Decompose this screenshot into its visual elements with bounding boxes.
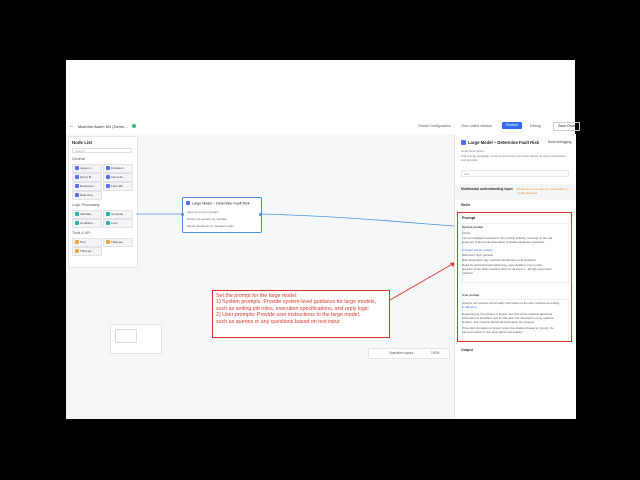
prompt-line: to ##{input} [462, 305, 477, 309]
prompt-line: judgment of abnormal information of text… [462, 240, 545, 244]
canvas-toolbar: Operation layout 100% [368, 348, 450, 359]
skills-section[interactable]: Skills [461, 203, 470, 207]
desc-text: Call a large language model to generate … [461, 154, 566, 162]
panel-title: Large Model – Determine Fault Risk [461, 140, 539, 145]
prompt-line: Risk assumption tag: machine identificat… [462, 258, 537, 262]
node-output-row: Output {x} content {x} variable [187, 217, 227, 221]
node-debug-button[interactable]: Node debugging [548, 140, 571, 144]
node-config-panel: Large Model – Determine Fault Risk Node … [454, 134, 576, 419]
model-icon [461, 140, 466, 145]
prompt-line: Risk level: high, general [462, 253, 493, 257]
multimodal-note: Model does not support multimodal, no co… [517, 187, 569, 195]
prompt-line: # Output format content [462, 248, 493, 252]
user-prompt-label: User prompt [462, 293, 480, 297]
prompt-title: Prompt [462, 216, 476, 220]
node-input-row: Input {x} input {x} plugin [187, 210, 219, 214]
minimap[interactable] [110, 324, 162, 354]
prompt-line: # Role [462, 231, 471, 235]
multimodal-row: Multimodal understanding input Model doe… [455, 184, 576, 200]
model-icon [186, 201, 190, 205]
prompt-line: machine [462, 271, 473, 275]
annotation-line: 1) System prompts: Provide system-level … [216, 299, 377, 306]
node-title: Large Model – Determine Fault Risk [186, 201, 250, 206]
node-model-row: Model deepseek-r1 / Default model [187, 224, 234, 228]
prompt-line: risk level output is "low level (abnorma… [462, 330, 523, 334]
annotation-line: such as queries or any questions based o… [216, 318, 340, 325]
input-port[interactable] [181, 213, 184, 216]
prompt-line: question of the faulty machine list from… [462, 267, 552, 271]
large-model-node[interactable]: Large Model – Determine Fault Risk Input… [181, 197, 262, 233]
output-section[interactable]: Output [461, 348, 473, 352]
layout-button[interactable]: Operation layout [389, 351, 413, 355]
output-port[interactable] [259, 213, 262, 216]
multimodal-label: Multimodal understanding input [461, 187, 513, 191]
prompt-line: location, and machine abnormal informati… [462, 320, 535, 324]
annotation-callout: Set the prompt for the large model: 1) S… [212, 290, 390, 338]
zoom-level[interactable]: 100% [431, 351, 439, 355]
system-prompt-label: System prompt [462, 225, 484, 229]
desc-label: Node Description [461, 149, 485, 153]
prompt-section: Prompt System prompt # Role I am an inte… [457, 212, 572, 342]
add-input-field[interactable]: Add [461, 170, 569, 177]
minimap-viewport[interactable] [115, 329, 137, 343]
